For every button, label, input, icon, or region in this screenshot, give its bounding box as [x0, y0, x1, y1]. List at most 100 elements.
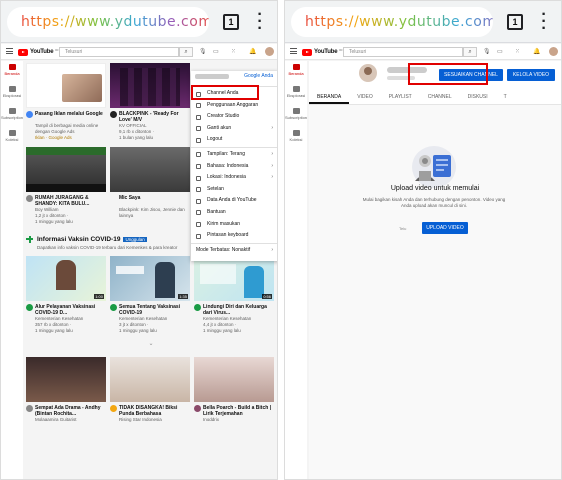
ad-thumbnail[interactable]	[26, 63, 106, 108]
video-channel[interactable]: Molaaamira Guitarist	[26, 417, 106, 423]
video-thumbnail[interactable]	[194, 357, 274, 402]
video-channel[interactable]: Inoddrix	[194, 417, 274, 423]
video-card[interactable]: TIDAK DISANGKA! Biksi Punda Berbahasa Ri…	[110, 357, 190, 423]
subscriptions-icon	[8, 108, 16, 114]
menu-item-settings[interactable]: Setelan	[191, 184, 277, 196]
tab-beranda[interactable]: BERANDA	[309, 91, 350, 104]
video-card[interactable]: 1:00 Alur Pelayanan Vaksinasi COVID-19 D…	[26, 256, 106, 334]
create-video-icon[interactable]: ▭	[213, 48, 219, 55]
video-title[interactable]: Lindungi Diri dan Keluarga dari Virus...	[194, 304, 274, 316]
language-icon	[196, 164, 201, 170]
video-title[interactable]: RUMAH JURAGANG & SHANDY: KITA BULU...	[26, 195, 106, 207]
search-icon[interactable]: ⌕	[463, 47, 477, 57]
manage-google-account-link[interactable]: Google Anda	[244, 73, 273, 79]
hamburger-menu-icon[interactable]	[290, 48, 297, 54]
menu-item-feedback[interactable]: Kirim masukan	[191, 219, 277, 231]
search-icon[interactable]: ⌕	[179, 47, 193, 57]
video-thumbnail[interactable]	[26, 147, 106, 192]
mic-icon[interactable]: 🎙	[483, 48, 491, 55]
tab-more[interactable]: T	[496, 91, 515, 104]
menu-item-your-data[interactable]: Data Anda di YouTube	[191, 195, 277, 207]
address-bar[interactable]: https://www.ydutube.com	[7, 7, 209, 37]
sidebar: Beranda Eksplorasi Subscription Koleksi	[1, 61, 23, 479]
switch-account-icon	[196, 126, 201, 132]
menu-item-language[interactable]: Bahasa: Indonesia ›	[191, 161, 277, 173]
manage-videos-button[interactable]: KELOLA VIDEO	[507, 69, 555, 81]
menu-item-help[interactable]: Bantuan	[191, 207, 277, 219]
menu-item-shortcuts[interactable]: Pintasan keyboard	[191, 230, 277, 242]
sidebar-item-koleksi[interactable]: Koleksi	[1, 127, 23, 149]
sidebar-item-beranda[interactable]: Beranda	[285, 61, 307, 83]
video-thumbnail[interactable]	[110, 357, 190, 402]
apps-icon[interactable]: ⁙	[231, 48, 236, 55]
video-title[interactable]: Alur Pelayanan Vaksinasi COVID-19 D...	[26, 304, 106, 316]
expand-shelf-icon[interactable]: ⌄	[26, 340, 276, 347]
account-menu-header: Google Anda	[191, 71, 277, 85]
video-row: 1:00 Alur Pelayanan Vaksinasi COVID-19 D…	[26, 256, 276, 334]
tab-video[interactable]: VIDEO	[349, 91, 381, 104]
video-title[interactable]: Bella Poarch - Build a Bitch | Lirik Ter…	[194, 405, 274, 417]
youtube-logo[interactable]: YouTube ID	[18, 48, 58, 56]
notifications-icon[interactable]: 🔔	[533, 48, 540, 55]
browser-menu-icon[interactable]: · · ·	[257, 7, 263, 37]
video-title[interactable]: BLACKPINK - 'Ready For Love' M/V	[110, 111, 190, 123]
browser-menu-icon[interactable]: · · ·	[541, 7, 547, 37]
menu-item-location[interactable]: Lokasi: Indonesia ›	[191, 172, 277, 184]
apps-icon[interactable]: ⁙	[515, 48, 520, 55]
sidebar-item-subscription[interactable]: Subscription	[1, 105, 23, 127]
video-channel[interactable]: Rising Star Indonesia	[110, 417, 190, 423]
video-thumbnail[interactable]	[110, 63, 190, 108]
video-thumbnail[interactable]: 1:00	[26, 256, 106, 301]
video-thumbnail[interactable]	[110, 147, 190, 192]
video-title[interactable]: TIDAK DISANGKA! Biksi Punda Berbahasa	[110, 405, 190, 417]
menu-item-budget[interactable]: Penggunaan Anggaran	[191, 100, 277, 112]
youtube-logo[interactable]: YouTube ID	[302, 48, 342, 56]
mic-icon[interactable]: 🎙	[199, 48, 207, 55]
video-card[interactable]: 0:56 Lindungi Diri dan Keluarga dari Vir…	[194, 256, 274, 334]
sidebar-item-koleksi[interactable]: Koleksi	[285, 127, 307, 149]
tab-diskusi[interactable]: DISKUSI	[460, 91, 496, 104]
video-card[interactable]: Sempat Ada Drama - Andhy (Bintan Rochita…	[26, 357, 106, 423]
video-title[interactable]: Pasang Iklan melalui Google	[26, 111, 106, 123]
account-avatar[interactable]	[265, 47, 274, 56]
video-thumbnail[interactable]: 1:35	[110, 256, 190, 301]
health-cross-icon	[26, 235, 33, 243]
menu-item-switch-account[interactable]: Ganti akun ›	[191, 123, 277, 135]
upload-video-button[interactable]: UPLOAD VIDEO	[422, 222, 468, 234]
create-video-icon[interactable]: ▭	[497, 48, 503, 55]
sidebar-item-subscription[interactable]: Subscription	[285, 105, 307, 127]
sidebar-item-label: Beranda	[288, 71, 304, 76]
video-card[interactable]: RUMAH JURAGANG & SHANDY: KITA BULU... Bo…	[26, 147, 106, 225]
address-bar[interactable]: https://www.ydutube.com/channel	[291, 7, 493, 37]
sidebar-item-beranda[interactable]: Beranda	[1, 61, 23, 83]
tab-switcher-button[interactable]: 1	[223, 14, 239, 30]
video-card[interactable]: Bella Poarch - Build a Bitch | Lirik Ter…	[194, 357, 274, 423]
sidebar-item-eksplorasi[interactable]: Eksplorasi	[1, 83, 23, 105]
video-thumbnail[interactable]: 0:56	[194, 256, 274, 301]
video-title[interactable]: Semua Tentang Vaksinasi COVID-19	[110, 304, 190, 316]
video-card[interactable]: Pasang Iklan melalui Google Tampil di be…	[26, 63, 106, 141]
sidebar-item-eksplorasi[interactable]: Eksplorasi	[285, 83, 307, 105]
channel-tabs: BERANDA VIDEO PLAYLIST CHANNEL DISKUSI T	[309, 91, 561, 105]
video-thumbnail[interactable]	[26, 357, 106, 402]
menu-item-restricted-mode[interactable]: Mode Terbatas: Nonaktif ›	[191, 245, 277, 257]
search-input[interactable]: Telusuri	[59, 47, 179, 57]
search-input[interactable]: Telusuri	[343, 47, 463, 57]
account-avatar[interactable]	[549, 47, 558, 56]
video-card[interactable]: Mic Saya Blackpink: Kim Jisoo, Jennie da…	[110, 147, 190, 225]
youtube-header: YouTube ID Telusuri ⌕ 🎙 ▭ ⁙ 🔔	[1, 44, 277, 60]
tab-channel[interactable]: CHANNEL	[420, 91, 460, 104]
hamburger-menu-icon[interactable]	[6, 48, 13, 54]
video-title[interactable]: Sempat Ada Drama - Andhy (Bintan Rochita…	[26, 405, 106, 417]
library-icon	[292, 130, 300, 136]
menu-item-creator-studio[interactable]: Creator Studio	[191, 111, 277, 123]
tab-playlist[interactable]: PLAYLIST	[381, 91, 420, 104]
video-card[interactable]: 1:35 Semua Tentang Vaksinasi COVID-19 Ke…	[110, 256, 190, 334]
video-title[interactable]: Mic Saya	[110, 195, 190, 207]
menu-item-logout[interactable]: Logout	[191, 134, 277, 146]
right-screenshot: https://www.ydutube.com/channel 1 ··· Yo…	[284, 0, 562, 480]
video-card[interactable]: BLACKPINK - 'Ready For Love' M/V KV OFFI…	[110, 63, 190, 141]
tab-switcher-button[interactable]: 1	[507, 14, 523, 30]
menu-item-appearance[interactable]: Tampilan: Terang ›	[191, 149, 277, 161]
notifications-icon[interactable]: 🔔	[249, 48, 256, 55]
